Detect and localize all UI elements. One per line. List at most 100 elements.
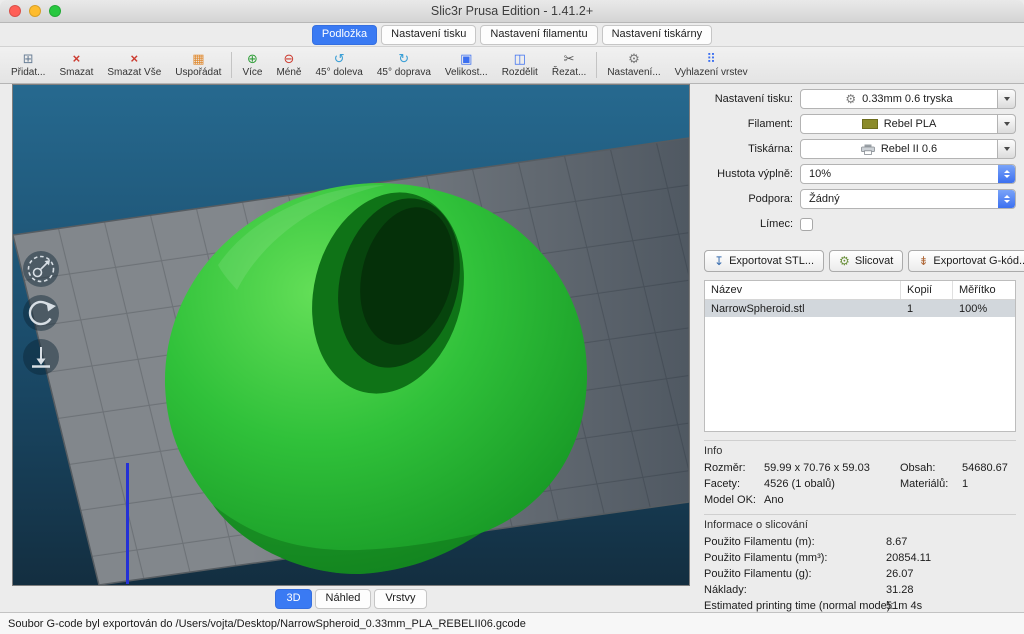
view-mode-tabs: 3D Náhled Vrstvy <box>12 586 690 612</box>
toolbar-delete-all-label: Smazat Vše <box>107 67 161 78</box>
toolbar-arrange-label: Uspořádat <box>175 67 221 78</box>
filament-combo[interactable]: Rebel PLA <box>800 114 1016 134</box>
window-title: Slic3r Prusa Edition - 1.41.2+ <box>0 4 1024 18</box>
filament-mm3-label: Použito Filamentu (mm³): <box>704 552 886 564</box>
column-header-name[interactable]: Název <box>705 281 901 299</box>
brim-label: Límec: <box>704 218 800 230</box>
toolbar-rotate-left-label: 45° doleva <box>315 67 362 78</box>
toolbar-cut-label: Řezat... <box>552 67 586 78</box>
printer-combo[interactable]: Rebel II 0.6 <box>800 139 1016 159</box>
toolbar-settings-label: Nastavení... <box>607 67 660 78</box>
add-object-icon: ⊞ <box>23 52 34 67</box>
brim-checkbox[interactable] <box>800 218 813 231</box>
view-tab-preview[interactable]: Náhled <box>315 589 372 609</box>
toolbar-delete-label: Smazat <box>59 67 93 78</box>
cut-icon: ✂ <box>564 52 575 67</box>
filament-label: Filament: <box>704 118 800 130</box>
toolbar-object-settings[interactable]: ⚙ Nastavení... <box>600 47 667 83</box>
sliced-info-section: Informace o slicování Použito Filamentu … <box>704 514 1016 612</box>
scale-icon: ▣ <box>460 52 472 67</box>
manifold-label: Model OK: <box>704 494 764 506</box>
zoom-button[interactable] <box>49 5 61 17</box>
support-label: Podpora: <box>704 193 800 205</box>
print-settings-combo[interactable]: ⚙ 0.33mm 0.6 tryska <box>800 89 1016 109</box>
chevron-down-icon <box>1004 122 1010 126</box>
materials-value: 1 <box>962 478 1016 490</box>
toolbar-rotate-left[interactable]: ↺ 45° doleva <box>308 47 369 83</box>
toolbar-add-label: Přidat... <box>11 67 45 78</box>
filament-value: Rebel PLA <box>884 118 937 130</box>
toolbar-add-object[interactable]: ⊞ Přidat... <box>4 47 52 83</box>
chevron-up-down-icon <box>998 165 1015 183</box>
viewport-3d-scene <box>13 85 689 585</box>
gizmo-scale-button[interactable] <box>23 251 59 287</box>
tab-plater[interactable]: Podložka <box>312 25 377 45</box>
print-settings-dropdown-button[interactable] <box>998 89 1016 109</box>
object-scale-cell: 100% <box>953 303 1015 315</box>
print-settings-gear-icon: ⚙ <box>845 93 856 105</box>
infill-density-select[interactable]: 10% <box>800 164 1016 184</box>
support-value: Žádný <box>801 193 998 205</box>
column-header-scale[interactable]: Měřítko <box>953 281 1015 299</box>
main-tab-bar: Podložka Nastavení tisku Nastavení filam… <box>0 23 1024 46</box>
filament-g-label: Použito Filamentu (g): <box>704 568 886 580</box>
tab-printer-settings[interactable]: Nastavení tiskárny <box>602 25 712 45</box>
filament-g-value: 26.07 <box>886 568 1016 580</box>
filament-mm3-value: 20854.11 <box>886 552 1016 564</box>
chevron-down-icon <box>1004 97 1010 101</box>
print-settings-value: 0.33mm 0.6 tryska <box>862 93 952 105</box>
toolbar-split[interactable]: ◫ Rozdělit <box>495 47 545 83</box>
tab-print-settings[interactable]: Nastavení tisku <box>381 25 476 45</box>
export-stl-icon: ↧ <box>714 255 724 267</box>
filament-dropdown-button[interactable] <box>998 114 1016 134</box>
gizmo-rotate-button[interactable] <box>23 295 59 331</box>
print-time-label: Estimated printing time (normal mode): <box>704 600 886 612</box>
toolbar-delete-all[interactable]: × Smazat Vše <box>100 47 168 83</box>
toolbar-rotate-right[interactable]: ↻ 45° doprava <box>370 47 438 83</box>
viewport-3d[interactable] <box>12 84 690 586</box>
printer-dropdown-button[interactable] <box>998 139 1016 159</box>
add-copies-icon: ⊕ <box>247 52 258 67</box>
object-list-table[interactable]: Název Kopií Měřítko NarrowSpheroid.stl 1… <box>704 280 1016 432</box>
cost-value: 31.28 <box>886 584 1016 596</box>
view-tab-layers[interactable]: Vrstvy <box>374 589 426 609</box>
print-time-value: 51m 4s <box>886 600 1016 612</box>
object-table-header: Název Kopií Měřítko <box>705 281 1015 300</box>
size-label: Rozměr: <box>704 462 764 474</box>
slice-button[interactable]: ⚙ Slicovat <box>829 250 903 272</box>
export-gcode-icon: ⇟ <box>918 255 928 267</box>
toolbar-fewer-copies[interactable]: ⊖ Méně <box>269 47 308 83</box>
info-section: Info Rozměr: 59.99 x 70.76 x 59.03 Obsah… <box>704 440 1016 506</box>
rotate-right-icon: ↻ <box>398 52 409 67</box>
slice-label: Slicovat <box>855 255 894 267</box>
close-button[interactable] <box>9 5 21 17</box>
toolbar-delete[interactable]: × Smazat <box>52 47 100 83</box>
filament-swatch <box>862 119 878 129</box>
volume-label: Obsah: <box>900 462 962 474</box>
toolbar-scale[interactable]: ▣ Velikost... <box>438 47 495 83</box>
axis-marker-line <box>126 463 129 584</box>
export-gcode-button[interactable]: ⇟ Exportovat G-kód... <box>908 250 1024 272</box>
tab-filament-settings[interactable]: Nastavení filamentu <box>480 25 597 45</box>
gizmo-place-on-face-button[interactable] <box>23 339 59 375</box>
print-settings-label: Nastavení tisku: <box>704 93 800 105</box>
toolbar-fewer-label: Méně <box>276 67 301 78</box>
toolbar-separator <box>596 52 597 78</box>
view-tab-3d[interactable]: 3D <box>275 589 311 609</box>
toolbar-layer-smoothing[interactable]: ⠿ Vyhlazení vrstev <box>668 47 755 83</box>
toolbar-cut[interactable]: ✂ Řezat... <box>545 47 593 83</box>
delete-icon: × <box>73 52 81 67</box>
plater-sidebar: Nastavení tisku: ⚙ 0.33mm 0.6 tryska Fil… <box>690 84 1024 612</box>
infill-density-label: Hustota výplně: <box>704 168 800 180</box>
toolbar-arrange[interactable]: ▦ Uspořádat <box>168 47 228 83</box>
table-row[interactable]: NarrowSpheroid.stl 1 100% <box>705 300 1015 317</box>
object-copies-cell: 1 <box>901 303 953 315</box>
layer-smoothing-icon: ⠿ <box>706 52 716 67</box>
toolbar-more-copies[interactable]: ⊕ Více <box>235 47 269 83</box>
export-stl-button[interactable]: ↧ Exportovat STL... <box>704 250 824 272</box>
support-select[interactable]: Žádný <box>800 189 1016 209</box>
toolbar-scale-label: Velikost... <box>445 67 488 78</box>
minimize-button[interactable] <box>29 5 41 17</box>
infill-density-value: 10% <box>801 168 998 180</box>
column-header-copies[interactable]: Kopií <box>901 281 953 299</box>
